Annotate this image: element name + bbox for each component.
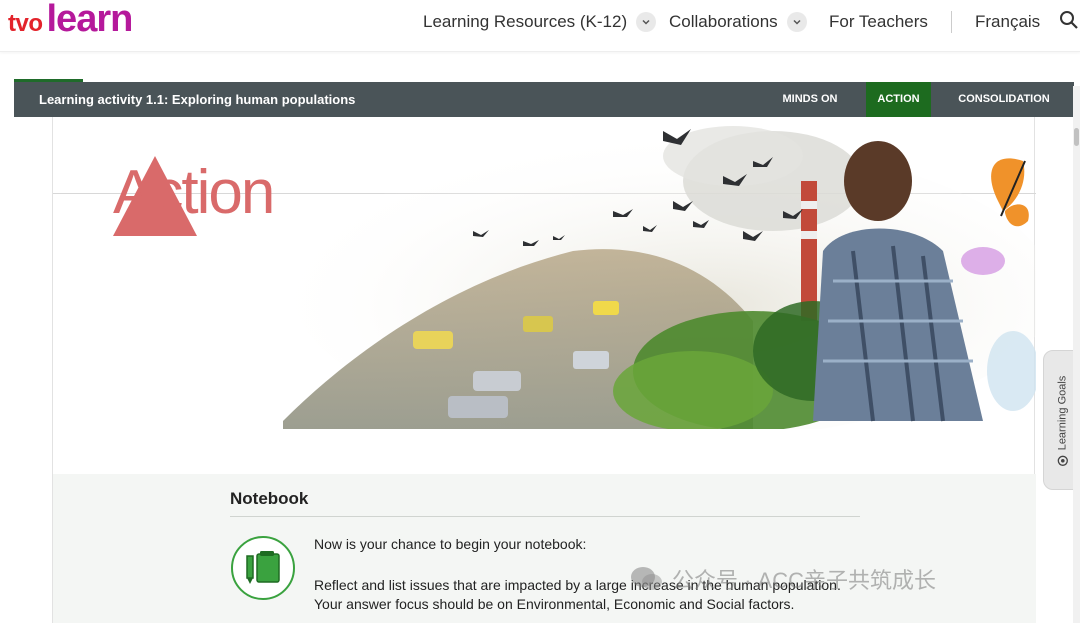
- logo-learn-text: learn: [46, 0, 134, 40]
- tab-minds-on[interactable]: MINDS ON: [767, 82, 853, 117]
- notebook-intro-text: Now is your chance to begin your noteboo…: [314, 536, 587, 552]
- nav-divider: [951, 11, 952, 33]
- notebook-title: Notebook: [230, 489, 309, 508]
- notebook-focus-text: Your answer focus should be on Environme…: [314, 596, 795, 612]
- wechat-icon: [630, 565, 664, 593]
- page-scrollbar[interactable]: [1073, 86, 1080, 623]
- top-navigation: tvo learn Learning Resources (K-12) Coll…: [0, 0, 1080, 52]
- content-panel: Action Notebook Now is your chance to be…: [52, 117, 1036, 623]
- notebook-section: Notebook Now is your chance to begin you…: [53, 474, 1036, 623]
- nav-language-toggle[interactable]: Français: [975, 12, 1040, 32]
- target-icon: [1057, 455, 1068, 466]
- activity-title: Learning activity 1.1: Exploring human p…: [39, 92, 356, 107]
- scrollbar-thumb[interactable]: [1074, 128, 1079, 146]
- notebook-icon: [231, 536, 295, 600]
- tab-consolidation[interactable]: CONSOLIDATION: [944, 82, 1064, 117]
- watermark-text: 公众号 · ACC亲子共筑成长: [672, 568, 937, 593]
- tab-action[interactable]: ACTION: [866, 82, 931, 117]
- nav-learning-resources[interactable]: Learning Resources (K-12): [423, 12, 627, 32]
- activity-header: Learning activity 1.1: Exploring human p…: [14, 82, 1074, 117]
- wechat-watermark: 公众号 · ACC亲子共筑成长: [630, 563, 936, 595]
- notebook-divider: [230, 516, 860, 517]
- learning-goals-label: Learning Goals: [1056, 375, 1069, 451]
- hero-heading: Action: [113, 158, 275, 227]
- chevron-down-icon[interactable]: [786, 12, 807, 32]
- search-icon[interactable]: [1059, 10, 1079, 35]
- hero-banner: Action: [53, 121, 1036, 429]
- nav-collaborations[interactable]: Collaborations: [669, 12, 778, 32]
- tvo-learn-logo[interactable]: tvo learn: [8, 0, 134, 40]
- chevron-down-icon[interactable]: [636, 12, 657, 32]
- logo-tvo-text: tvo: [8, 10, 43, 37]
- nav-for-teachers[interactable]: For Teachers: [829, 12, 928, 32]
